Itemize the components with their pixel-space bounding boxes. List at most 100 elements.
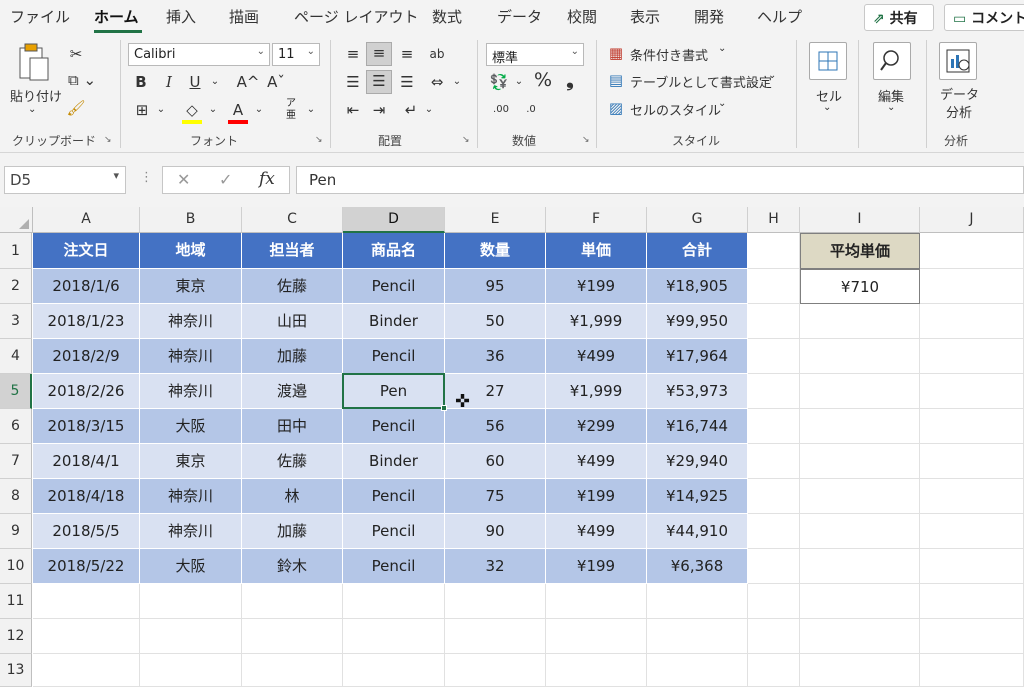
currency-dropdown-icon[interactable]: ⌄ <box>512 72 526 92</box>
cell-empty[interactable] <box>920 514 1024 549</box>
table-cell[interactable]: 神奈川 <box>140 514 242 549</box>
table-cell[interactable]: ¥1,999 <box>546 304 647 339</box>
cell-empty[interactable] <box>748 374 800 409</box>
cell-empty[interactable] <box>33 584 140 619</box>
table-cell[interactable]: ¥99,950 <box>647 304 748 339</box>
cell-empty[interactable] <box>546 654 647 687</box>
enter-icon[interactable]: ✓ <box>219 170 232 189</box>
table-cell[interactable]: 2018/3/15 <box>33 409 140 444</box>
cell-empty[interactable] <box>748 654 800 687</box>
cell-empty[interactable] <box>445 654 546 687</box>
italic-button[interactable]: I <box>160 72 178 92</box>
table-cell[interactable]: 神奈川 <box>140 304 242 339</box>
table-cell[interactable]: 大阪 <box>140 549 242 584</box>
table-cell[interactable]: 渡邉 <box>242 374 343 409</box>
table-header-cell[interactable]: 数量 <box>445 233 546 269</box>
column-header-a[interactable]: A <box>33 207 140 233</box>
table-cell[interactable]: 2018/2/9 <box>33 339 140 374</box>
fill-dropdown-icon[interactable]: ⌄ <box>206 100 220 120</box>
insert-function-button[interactable]: fx <box>259 169 275 189</box>
table-header-cell[interactable]: 担当者 <box>242 233 343 269</box>
table-header-cell[interactable]: 単価 <box>546 233 647 269</box>
table-cell[interactable]: 林 <box>242 479 343 514</box>
row-header-8[interactable]: 8 <box>0 479 32 514</box>
cell-empty[interactable] <box>920 444 1024 479</box>
number-launcher-icon[interactable]: ↘ <box>582 135 590 145</box>
fill-color-button[interactable]: ◇ <box>180 100 204 124</box>
shrink-font-button[interactable]: Aˇ <box>264 72 288 92</box>
row-header-11[interactable]: 11 <box>0 584 32 619</box>
row-header-7[interactable]: 7 <box>0 444 32 479</box>
bold-button[interactable]: B <box>132 72 150 92</box>
table-cell[interactable]: ¥17,964 <box>647 339 748 374</box>
table-cell[interactable]: 大阪 <box>140 409 242 444</box>
table-cell[interactable]: 2018/4/18 <box>33 479 140 514</box>
align-right-icon[interactable]: ☰ <box>396 72 418 92</box>
cell-empty[interactable] <box>800 584 920 619</box>
cell-empty[interactable] <box>920 654 1024 687</box>
table-cell[interactable]: 2018/2/26 <box>33 374 140 409</box>
table-cell[interactable]: 2018/4/1 <box>33 444 140 479</box>
merge-dropdown-icon[interactable]: ⌄ <box>450 72 464 92</box>
phonetic-button[interactable]: ア 亜 <box>280 98 302 126</box>
table-header-cell[interactable]: 合計 <box>647 233 748 269</box>
table-header-cell[interactable]: 地域 <box>140 233 242 269</box>
table-cell[interactable]: 2018/5/5 <box>33 514 140 549</box>
cell-empty[interactable] <box>140 654 242 687</box>
cell-empty[interactable] <box>343 584 445 619</box>
cell-empty[interactable] <box>800 444 920 479</box>
cell-empty[interactable] <box>748 339 800 374</box>
cell-empty[interactable] <box>748 444 800 479</box>
tab-home[interactable]: ホーム <box>94 6 139 27</box>
column-header-g[interactable]: G <box>647 207 748 233</box>
cell-empty[interactable] <box>748 269 800 304</box>
align-center-icon[interactable]: ☰ <box>366 70 392 94</box>
tab-data[interactable]: データ <box>497 6 542 27</box>
tab-view[interactable]: 表示 <box>630 6 660 27</box>
alignment-launcher-icon[interactable]: ↘ <box>462 135 470 145</box>
table-cell[interactable]: ¥6,368 <box>647 549 748 584</box>
percent-button[interactable]: % <box>532 70 554 90</box>
table-cell[interactable]: 鈴木 <box>242 549 343 584</box>
row-header-2[interactable]: 2 <box>0 269 32 304</box>
table-cell[interactable]: 加藤 <box>242 514 343 549</box>
table-cell[interactable]: 50 <box>445 304 546 339</box>
font-color-button[interactable]: A <box>226 100 250 124</box>
row-header-4[interactable]: 4 <box>0 339 32 374</box>
name-box[interactable]: D5 ▾ <box>4 166 126 194</box>
table-cell[interactable]: 2018/1/6 <box>33 269 140 304</box>
cell-empty[interactable] <box>748 619 800 654</box>
table-cell[interactable]: ¥299 <box>546 409 647 444</box>
cell-empty[interactable] <box>546 584 647 619</box>
table-cell[interactable]: 田中 <box>242 409 343 444</box>
table-cell[interactable]: Pencil <box>343 409 445 444</box>
cell-empty[interactable] <box>800 409 920 444</box>
decrease-indent-icon[interactable]: ⇤ <box>342 100 364 120</box>
cell-empty[interactable] <box>800 549 920 584</box>
cancel-icon[interactable]: ✕ <box>177 170 190 189</box>
column-header-e[interactable]: E <box>445 207 546 233</box>
row-header-1[interactable]: 1 <box>0 233 32 269</box>
currency-icon[interactable]: 💱 <box>488 72 510 92</box>
table-cell[interactable]: 95 <box>445 269 546 304</box>
cell-empty[interactable] <box>647 584 748 619</box>
cell-empty[interactable] <box>800 339 920 374</box>
font-launcher-icon[interactable]: ↘ <box>315 135 323 145</box>
cell-empty[interactable] <box>242 619 343 654</box>
cell-empty[interactable] <box>920 479 1024 514</box>
average-value-cell[interactable]: ¥710 <box>800 269 920 304</box>
cell-empty[interactable] <box>546 619 647 654</box>
table-cell[interactable]: Pencil <box>343 479 445 514</box>
cell-empty[interactable] <box>920 269 1024 304</box>
cell-empty[interactable] <box>33 619 140 654</box>
table-cell[interactable]: Binder <box>343 444 445 479</box>
table-cell[interactable]: 90 <box>445 514 546 549</box>
table-cell[interactable]: 75 <box>445 479 546 514</box>
row-header-12[interactable]: 12 <box>0 619 32 654</box>
table-cell[interactable]: 32 <box>445 549 546 584</box>
font-name-select[interactable]: Calibri ⌄ <box>128 43 270 66</box>
table-cell[interactable]: ¥1,999 <box>546 374 647 409</box>
cell-empty[interactable] <box>343 619 445 654</box>
cell-empty[interactable] <box>445 619 546 654</box>
table-cell[interactable]: ¥499 <box>546 444 647 479</box>
